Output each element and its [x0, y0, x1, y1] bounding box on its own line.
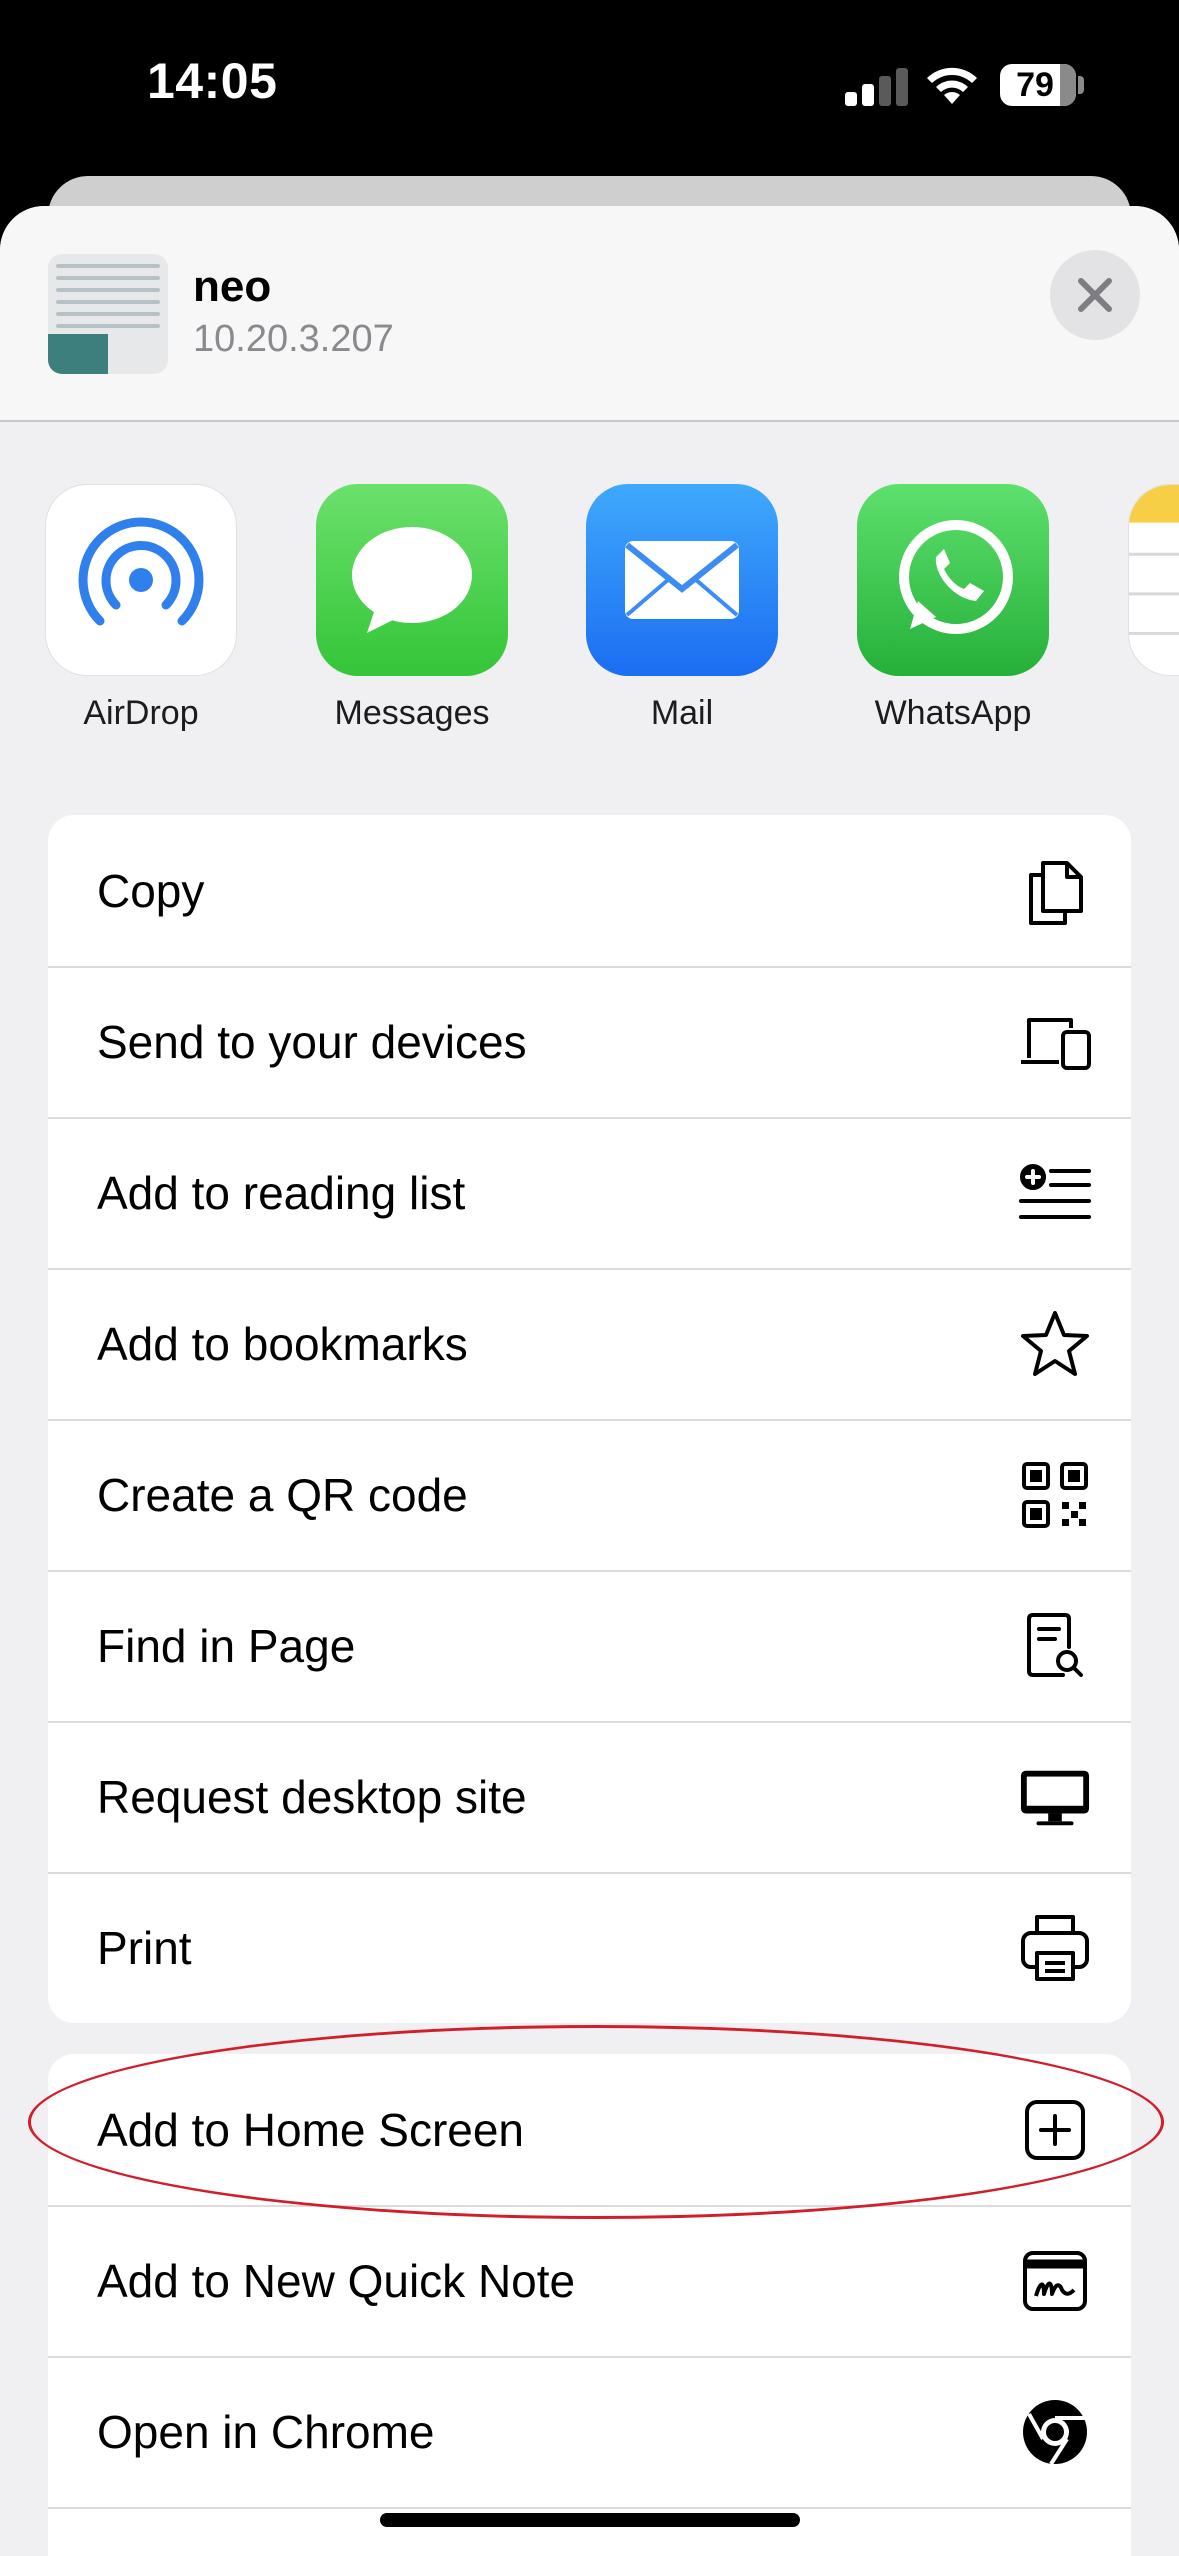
- devices-icon: [1019, 1006, 1091, 1078]
- action-label: Open in Chrome: [97, 2405, 435, 2458]
- whatsapp-icon: [857, 484, 1049, 676]
- action-add-to-home-screen[interactable]: Add to Home Screen: [48, 2054, 1131, 2205]
- wifi-icon: [927, 67, 977, 104]
- app-label-messages: Messages: [334, 694, 490, 732]
- action-label: Add to bookmarks: [97, 1317, 468, 1370]
- app-messages[interactable]: Messages: [312, 484, 512, 733]
- battery-icon: 79: [1000, 64, 1076, 106]
- action-label: Send to your devices: [97, 1015, 527, 1068]
- find-in-page-icon: [1019, 1610, 1091, 1682]
- app-airdrop[interactable]: AirDrop: [41, 484, 241, 733]
- home-indicator: [380, 2513, 800, 2527]
- app-whatsapp[interactable]: WhatsApp: [853, 484, 1053, 733]
- actions-group-secondary: Add to Home Screen Add to New Quick Note…: [48, 2054, 1131, 2556]
- action-find-in-page[interactable]: Find in Page: [48, 1570, 1131, 1721]
- share-sheet: neo 10.20.3.207 AirDrop Messages Mail Wh…: [0, 206, 1179, 2556]
- action-copy[interactable]: Copy: [48, 815, 1131, 966]
- action-send-to-devices[interactable]: Send to your devices: [48, 966, 1131, 1117]
- share-app-row: AirDrop Messages Mail WhatsApp: [0, 484, 1179, 744]
- action-print[interactable]: Print: [48, 1872, 1131, 2023]
- status-bar: 14:05 79: [0, 0, 1179, 170]
- actions-group-primary: Copy Send to your devices Add to reading…: [48, 815, 1131, 2023]
- notes-icon: [1128, 484, 1179, 676]
- action-add-reading-list[interactable]: Add to reading list: [48, 1117, 1131, 1268]
- copy-icon: [1019, 855, 1091, 927]
- action-label: Copy: [97, 864, 205, 917]
- page-title: neo: [193, 262, 272, 311]
- reading-list-icon: [1019, 1157, 1091, 1229]
- app-mail[interactable]: Mail: [582, 484, 782, 733]
- action-label: Add to New Quick Note: [97, 2254, 576, 2307]
- cellular-signal-icon: [845, 66, 909, 106]
- action-label: Add to Home Screen: [97, 2103, 525, 2156]
- star-icon: [1019, 1308, 1091, 1380]
- share-sheet-header: neo 10.20.3.207: [0, 206, 1179, 422]
- action-label: Create a QR code: [97, 1468, 468, 1521]
- close-icon: [1078, 278, 1112, 312]
- mail-icon: [586, 484, 778, 676]
- plus-square-icon: [1019, 2094, 1091, 2166]
- page-url: 10.20.3.207: [193, 318, 394, 360]
- app-label-mail: Mail: [650, 694, 714, 732]
- page-thumbnail: [48, 254, 168, 374]
- battery-percent: 79: [1016, 65, 1054, 104]
- action-request-desktop-site[interactable]: Request desktop site: [48, 1721, 1131, 1872]
- app-notes[interactable]: [1124, 484, 1179, 676]
- airdrop-icon: [45, 484, 237, 676]
- close-button[interactable]: [1050, 250, 1140, 340]
- action-add-quick-note[interactable]: Add to New Quick Note: [48, 2205, 1131, 2356]
- messages-icon: [316, 484, 508, 676]
- desktop-icon: [1019, 1761, 1091, 1833]
- action-label: Request desktop site: [97, 1770, 527, 1823]
- action-open-in-chrome[interactable]: Open in Chrome: [48, 2356, 1131, 2507]
- printer-icon: [1019, 1912, 1091, 1984]
- action-add-bookmarks[interactable]: Add to bookmarks: [48, 1268, 1131, 1419]
- app-label-whatsapp: WhatsApp: [874, 694, 1032, 732]
- action-label: Add to reading list: [97, 1166, 466, 1219]
- action-label: Find in Page: [97, 1619, 356, 1672]
- qr-code-icon: [1019, 1459, 1091, 1531]
- quick-note-icon: [1019, 2245, 1091, 2317]
- status-time: 14:05: [147, 53, 278, 109]
- chrome-icon: [1019, 2396, 1091, 2468]
- action-label: Print: [97, 1921, 192, 1974]
- action-create-qr-code[interactable]: Create a QR code: [48, 1419, 1131, 1570]
- app-label-airdrop: AirDrop: [83, 694, 199, 732]
